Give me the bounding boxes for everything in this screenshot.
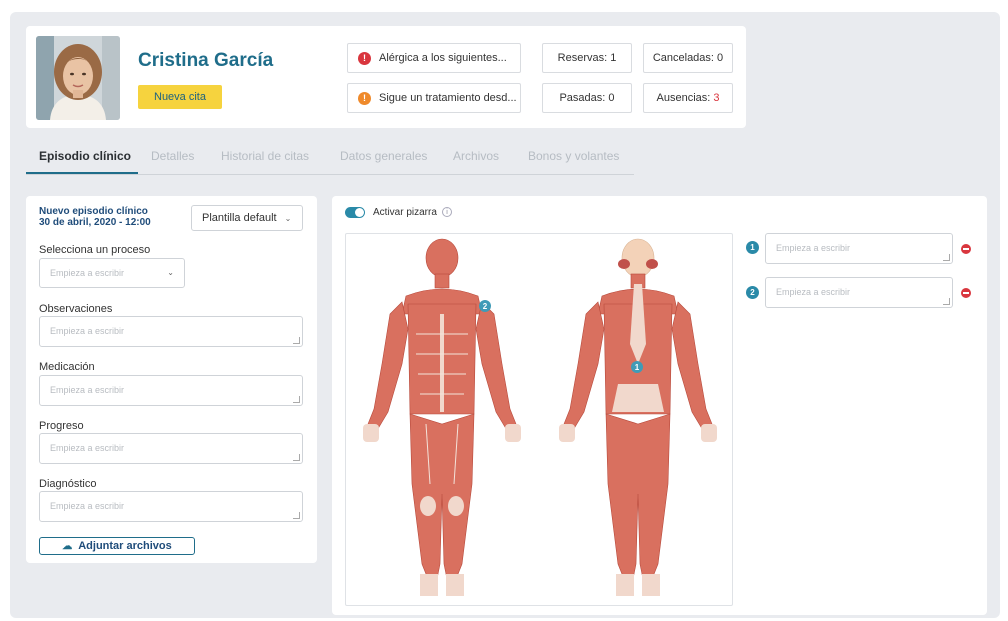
exclamation-icon: ! [358,91,371,105]
tab-historial-de-citas[interactable]: Historial de citas [221,149,309,163]
template-dropdown-label: Plantilla default [202,212,277,224]
template-dropdown[interactable]: Plantilla default ⌄ [191,205,303,231]
stat-ausencias-value: 3 [713,92,720,104]
stat-pasadas: Pasadas: 0 [542,83,632,113]
note-number-2: 2 [746,286,759,299]
note-input-2[interactable]: Empieza a escribir [765,277,953,308]
anatomy-board[interactable]: 2 1 [345,233,733,606]
resize-handle-icon[interactable] [943,254,950,261]
resize-handle-icon[interactable] [293,512,300,519]
medicacion-textarea[interactable]: Empieza a escribir [39,375,303,406]
episode-form: Nuevo episodio clínico 30 de abril, 2020… [26,196,317,563]
stat-reservas: Reservas: 1 [542,43,632,73]
cloud-upload-icon: ☁ [62,540,73,552]
diagnostico-label: Diagnóstico [39,478,97,490]
resize-handle-icon[interactable] [293,337,300,344]
resize-handle-icon[interactable] [943,298,950,305]
resize-handle-icon[interactable] [293,396,300,403]
note-placeholder-2: Empieza a escribir [776,287,851,297]
exclamation-icon: ! [358,51,371,65]
chevron-down-icon: ⌄ [284,213,292,223]
note-number-1: 1 [746,241,759,254]
stat-canceladas: Canceladas: 0 [643,43,733,73]
tab-bar: Episodio clínico Detalles Historial de c… [26,149,634,175]
stat-ausencias-label: Ausencias: [656,92,714,104]
whiteboard-toggle-label: Activar pizarra [373,207,437,218]
allergy-alert-text: Alérgica a los siguientes... [379,52,507,64]
stat-ausencias: Ausencias: 3 [643,83,733,113]
patient-header: Cristina García Nueva cita ! Alérgica a … [26,26,746,128]
progreso-label: Progreso [39,420,84,432]
process-select[interactable]: Empieza a escribir ⌄ [39,258,185,288]
front-body [365,238,519,596]
medicacion-placeholder: Empieza a escribir [50,385,125,395]
info-icon[interactable]: i [442,207,452,217]
tab-detalles[interactable]: Detalles [151,149,194,163]
body-pin-2[interactable]: 2 [479,300,491,312]
observaciones-label: Observaciones [39,303,113,315]
tab-episodio-clinico[interactable]: Episodio clínico [39,149,131,163]
attach-files-label: Adjuntar archivos [78,540,172,552]
remove-note-2-icon[interactable] [961,288,971,298]
whiteboard-panel: Activar pizarra i 2 1 1 Empieza a escrib… [332,196,987,615]
whiteboard-toggle[interactable] [345,207,365,218]
muscle-body-illustration [363,238,717,596]
patient-name: Cristina García [138,50,274,71]
attach-files-button[interactable]: ☁ Adjuntar archivos [39,537,195,555]
body-pin-1[interactable]: 1 [631,361,643,373]
resize-handle-icon[interactable] [293,454,300,461]
process-label: Selecciona un proceso [39,244,151,256]
treatment-alert-text: Sigue un tratamiento desd... [379,92,517,104]
treatment-alert[interactable]: ! Sigue un tratamiento desd... [347,83,521,113]
progreso-placeholder: Empieza a escribir [50,443,125,453]
avatar [36,36,120,120]
tab-bonos-y-volantes[interactable]: Bonos y volantes [528,149,619,163]
allergy-alert[interactable]: ! Alérgica a los siguientes... [347,43,521,73]
tab-datos-generales[interactable]: Datos generales [340,149,427,163]
episode-heading: Nuevo episodio clínico 30 de abril, 2020… [39,206,151,228]
medicacion-label: Medicación [39,361,95,373]
diagnostico-placeholder: Empieza a escribir [50,501,125,511]
remove-note-1-icon[interactable] [961,244,971,254]
diagnostico-textarea[interactable]: Empieza a escribir [39,491,303,522]
tab-archivos[interactable]: Archivos [453,149,499,163]
new-appointment-button[interactable]: Nueva cita [138,85,222,109]
chevron-down-icon: ⌄ [167,268,174,277]
note-placeholder-1: Empieza a escribir [776,243,851,253]
observaciones-placeholder: Empieza a escribir [50,326,125,336]
active-tab-indicator [26,172,138,174]
episode-date: 30 de abril, 2020 - 12:00 [39,217,151,228]
episode-title: Nuevo episodio clínico [39,206,148,217]
process-placeholder: Empieza a escribir [50,268,125,278]
observaciones-textarea[interactable]: Empieza a escribir [39,316,303,347]
progreso-textarea[interactable]: Empieza a escribir [39,433,303,464]
note-input-1[interactable]: Empieza a escribir [765,233,953,264]
